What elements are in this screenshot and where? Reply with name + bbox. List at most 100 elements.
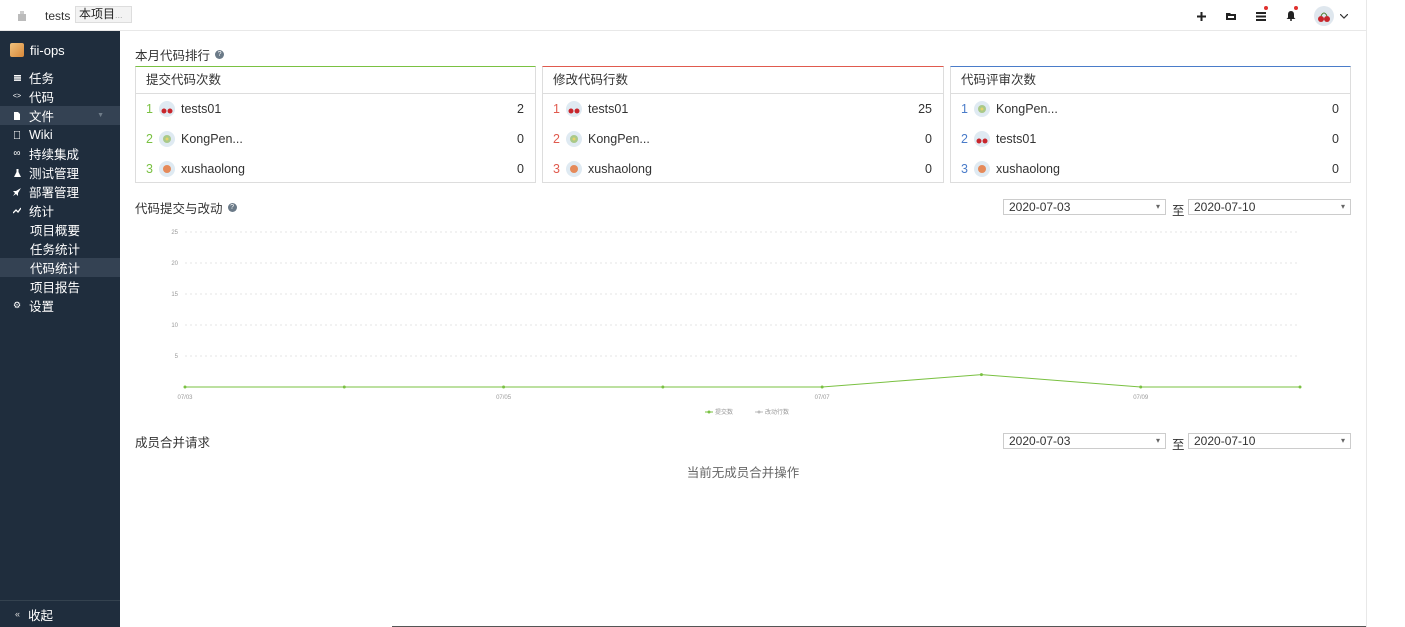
list-item[interactable]: 3 xushaolong 0	[136, 154, 535, 184]
list-item[interactable]: 3 xushaolong 0	[951, 154, 1350, 184]
sidebar-item-label: Wiki	[29, 127, 53, 142]
tooltip: 本项目 ...	[75, 6, 133, 23]
sidebar-subitem-code-stats[interactable]: 代码统计	[0, 258, 120, 277]
bell-icon[interactable]	[1276, 5, 1306, 27]
sidebar-item-stats[interactable]: 统计	[0, 201, 120, 220]
collapse-label: 收起	[28, 608, 54, 623]
data-point	[183, 385, 187, 389]
member-value: 0	[1332, 132, 1339, 146]
code-review-card: 代码评审次数 1 KongPen... 0 2 tests01 0 3 xush…	[950, 66, 1351, 183]
app-logo-icon[interactable]	[16, 10, 28, 22]
tasks-icon[interactable]	[1246, 5, 1276, 27]
book-icon	[13, 130, 21, 139]
sidebar: fii-ops 任务 <> 代码 文件 ▼ Wiki ∞ 持续集成 测试管理 部…	[0, 31, 120, 627]
list-item[interactable]: 2 KongPen... 0	[136, 124, 535, 154]
rank-number: 2	[961, 132, 968, 146]
help-icon[interactable]: ?	[227, 203, 237, 212]
x-tick-label: 07/03	[177, 395, 193, 401]
sidebar-item-testing[interactable]: 测试管理	[0, 163, 120, 182]
list-item[interactable]: 2 KongPen... 0	[543, 124, 943, 154]
project-name[interactable]: tests	[45, 9, 70, 23]
chevron-down-icon[interactable]	[1340, 13, 1348, 19]
member-value: 25	[918, 102, 932, 116]
y-tick-label: 20	[171, 261, 178, 267]
member-name: tests01	[181, 102, 222, 116]
sidebar-header[interactable]: fii-ops	[10, 41, 65, 59]
sidebar-item-label: 持续集成	[29, 148, 80, 162]
top-actions	[1186, 5, 1354, 27]
sidebar-title: fii-ops	[30, 42, 65, 58]
sidebar-item-label: 测试管理	[29, 167, 80, 181]
commits-chart: 5 10 15 20 25 07/03 07/05 07/07 07/09 提交数 改动行数	[171, 230, 1302, 416]
sidebar-item-files[interactable]: 文件 ▼	[0, 106, 120, 125]
x-tick-label: 07/07	[815, 395, 831, 401]
member-value: 0	[925, 162, 932, 176]
to-label: 至	[1172, 438, 1185, 452]
changed-lines-card: 修改代码行数 1 tests01 25 2 KongPen... 0 3 xus…	[542, 66, 944, 183]
date-value: 2020-07-10	[1194, 200, 1256, 214]
rocket-icon	[13, 187, 21, 196]
sidebar-subitem-task-stats[interactable]: 任务统计	[0, 239, 120, 258]
flask-icon	[13, 168, 21, 177]
main-content: 本月代码排行 ? 提交代码次数 1 tests01 2 2 KongPen...…	[120, 31, 1366, 627]
sidebar-item-deploy[interactable]: 部署管理	[0, 182, 120, 201]
sidebar-item-label: 部署管理	[29, 186, 80, 200]
commits-date-from[interactable]: 2020-07-03 ▾	[1003, 199, 1166, 215]
member-name: xushaolong	[588, 162, 652, 176]
sidebar-collapse-button[interactable]: « 收起	[0, 600, 120, 627]
sidebar-item-ci[interactable]: ∞ 持续集成	[0, 144, 120, 163]
rank-number: 1	[146, 102, 153, 116]
list-item[interactable]: 3 xushaolong 0	[543, 154, 943, 184]
project-logo-icon	[10, 43, 24, 57]
list-item[interactable]: 1 tests01 25	[543, 94, 943, 124]
data-point	[1139, 385, 1143, 389]
rank-number: 3	[146, 162, 153, 176]
member-name: tests01	[996, 132, 1037, 146]
merge-title: 成员合并请求	[135, 432, 210, 451]
commits-date-to[interactable]: 2020-07-10 ▾	[1188, 199, 1351, 215]
list-item[interactable]: 1 KongPen... 0	[951, 94, 1350, 124]
plus-icon[interactable]	[1186, 5, 1216, 27]
commits-title-text: 代码提交与改动	[135, 202, 223, 216]
folder-icon[interactable]	[1216, 5, 1246, 27]
avatar	[974, 101, 990, 117]
commits-title: 代码提交与改动 ?	[135, 198, 237, 217]
sidebar-item-wiki[interactable]: Wiki	[0, 125, 120, 144]
sidebar-subitem-report[interactable]: 项目报告	[0, 277, 120, 296]
member-name: KongPen...	[181, 132, 243, 146]
data-point	[661, 385, 665, 389]
sidebar-subitem-overview[interactable]: 项目概要	[0, 220, 120, 239]
commit-count-card: 提交代码次数 1 tests01 2 2 KongPen... 0 3 xush…	[135, 66, 536, 183]
help-icon[interactable]: ?	[215, 50, 225, 59]
sidebar-item-label: 统计	[29, 205, 55, 219]
list-item[interactable]: 2 tests01 0	[951, 124, 1350, 154]
date-value: 2020-07-03	[1009, 434, 1071, 448]
merge-date-from[interactable]: 2020-07-03 ▾	[1003, 433, 1166, 449]
ranking-title-text: 本月代码排行	[135, 49, 211, 63]
empty-message: 当前无成员合并操作	[686, 466, 800, 480]
card-title: 修改代码行数	[543, 67, 943, 94]
member-name: tests01	[588, 102, 629, 116]
member-value: 0	[517, 132, 524, 146]
sidebar-item-settings[interactable]: ⚙ 设置	[0, 296, 120, 315]
rank-number: 1	[553, 102, 560, 116]
rank-number: 2	[553, 132, 560, 146]
chevron-down-icon: ▾	[1155, 436, 1160, 445]
sidebar-item-code[interactable]: <> 代码	[0, 87, 120, 106]
sidebar-item-tasks[interactable]: 任务	[0, 68, 120, 87]
avatar	[159, 161, 175, 177]
code-icon: <>	[12, 93, 22, 100]
chevron-down-icon: ▾	[1340, 202, 1345, 211]
sidebar-menu: 任务 <> 代码 文件 ▼ Wiki ∞ 持续集成 测试管理 部署管理 统计 项…	[0, 68, 120, 315]
avatar	[566, 101, 582, 117]
data-point	[1298, 385, 1302, 389]
member-name: xushaolong	[181, 162, 245, 176]
merge-date-to[interactable]: 2020-07-10 ▾	[1188, 433, 1351, 449]
member-name: KongPen...	[588, 132, 650, 146]
sidebar-item-label: 设置	[29, 300, 55, 314]
user-avatar[interactable]	[1314, 6, 1334, 26]
ranking-title: 本月代码排行 ?	[135, 45, 225, 64]
sidebar-item-label: 任务	[29, 72, 55, 86]
avatar	[159, 101, 175, 117]
list-item[interactable]: 1 tests01 2	[136, 94, 535, 124]
